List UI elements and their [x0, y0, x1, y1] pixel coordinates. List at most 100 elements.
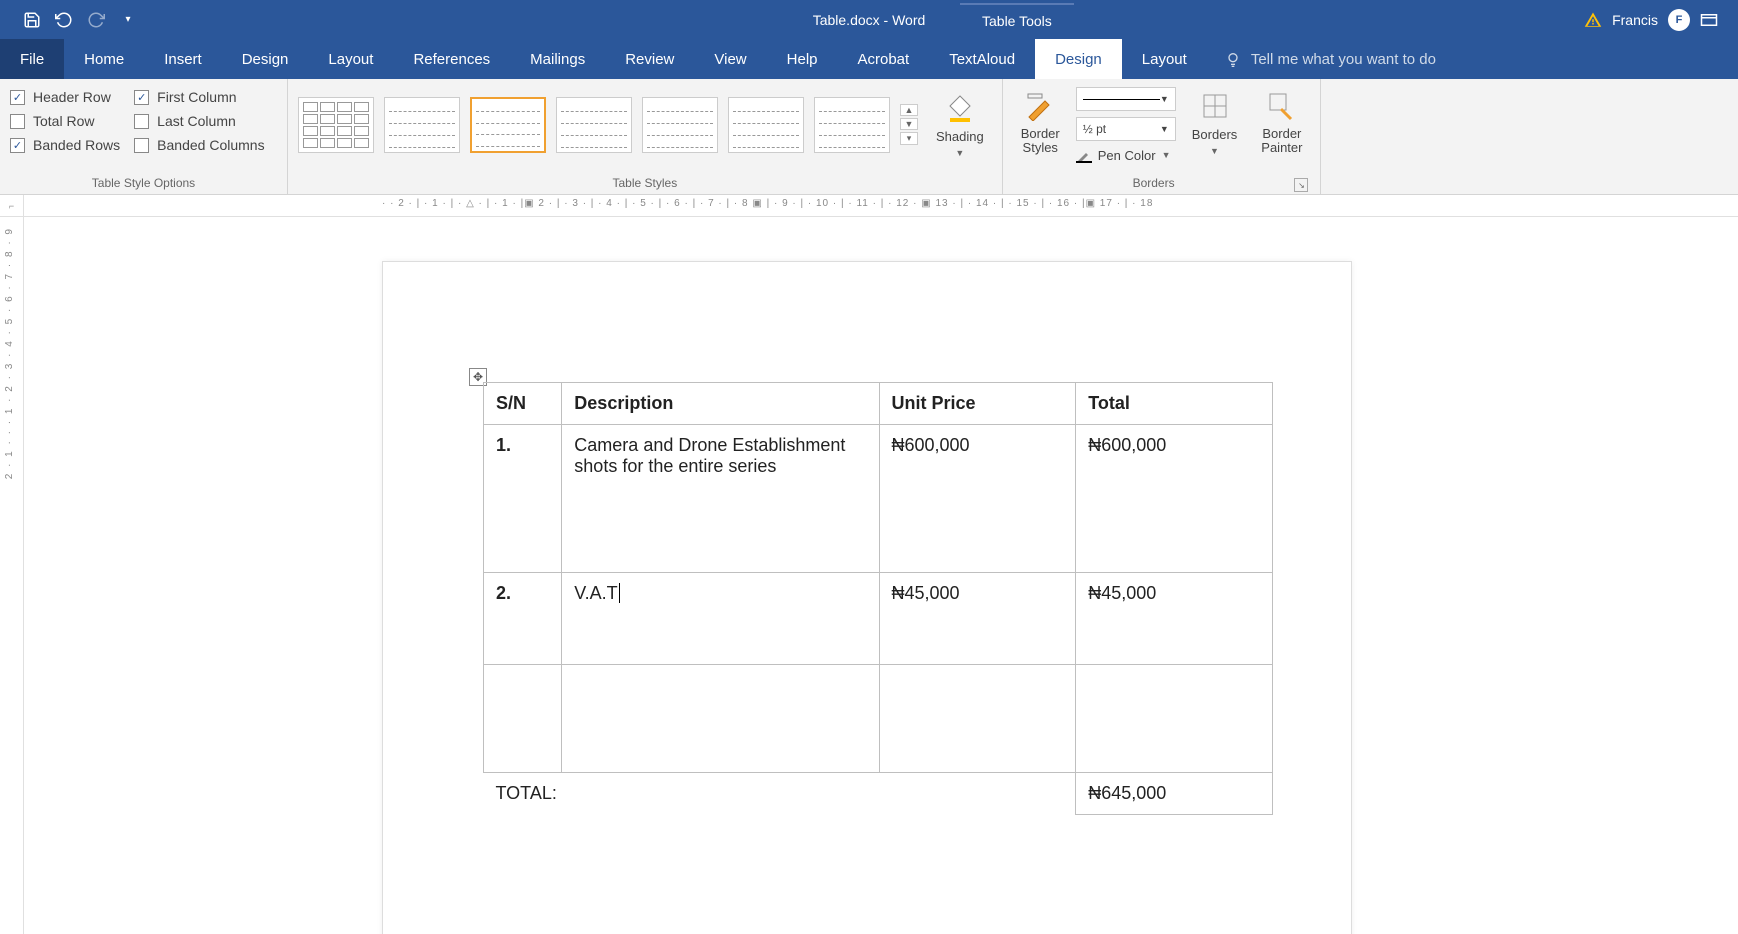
pen-weight-combo[interactable]: ½ pt▼: [1076, 117, 1176, 141]
ribbon-display-options-icon[interactable]: [1700, 13, 1718, 27]
table-row[interactable]: 2. V.A.T ₦45,000 ₦45,000: [484, 573, 1273, 665]
checkbox-total-row[interactable]: Total Row: [10, 113, 120, 129]
table-row[interactable]: 1. Camera and Drone Establishment shots …: [484, 425, 1273, 573]
pen-color-button[interactable]: Pen Color ▼: [1076, 147, 1176, 163]
checkbox-banded-columns[interactable]: Banded Columns: [134, 137, 264, 153]
tab-insert[interactable]: Insert: [144, 39, 222, 79]
cell-total[interactable]: ₦45,000: [1076, 573, 1273, 665]
tab-help[interactable]: Help: [767, 39, 838, 79]
tab-table-layout[interactable]: Layout: [1122, 39, 1207, 79]
redo-icon[interactable]: [86, 10, 106, 30]
title-bar: ▾ Table.docx - Word Table Tools Francis …: [0, 0, 1738, 39]
border-styles-icon: [1023, 89, 1057, 123]
checkbox-first-column[interactable]: First Column: [134, 89, 264, 105]
table-style-thumb[interactable]: [384, 97, 460, 153]
table-style-thumb[interactable]: [556, 97, 632, 153]
cell-sn[interactable]: [484, 665, 562, 773]
header-total[interactable]: Total: [1076, 383, 1273, 425]
undo-icon[interactable]: [54, 10, 74, 30]
checkbox-last-column[interactable]: Last Column: [134, 113, 264, 129]
cell-unit-price[interactable]: ₦45,000: [879, 573, 1076, 665]
border-painter-icon: [1265, 89, 1299, 123]
document-area: 2 · 1 · · · 1 · 2 · 3 · 4 · 5 · 6 · 7 · …: [0, 217, 1738, 934]
tell-me-placeholder: Tell me what you want to do: [1251, 51, 1436, 68]
cell-sn[interactable]: 1.: [484, 425, 562, 573]
header-sn[interactable]: S/N: [484, 383, 562, 425]
tab-design[interactable]: Design: [222, 39, 309, 79]
table-tools-context-label: Table Tools: [960, 3, 1074, 37]
group-label-borders: Borders: [1013, 174, 1295, 192]
tab-view[interactable]: View: [694, 39, 766, 79]
gallery-more-icon[interactable]: ▾: [900, 132, 918, 145]
group-label-tso: Table Style Options: [10, 174, 277, 192]
cell-unit-price[interactable]: [879, 665, 1076, 773]
gallery-scroll: ▲ ▼ ▾: [900, 104, 918, 145]
table-style-thumb[interactable]: [642, 97, 718, 153]
checkbox-header-row[interactable]: Header Row: [10, 89, 120, 105]
ruler-horizontal[interactable]: ⌐ · · 2 · | · 1 · | · △ · | · 1 · |▣ 2 ·…: [0, 195, 1738, 217]
chevron-down-icon: ▼: [1210, 146, 1219, 156]
pen-color-icon: [1076, 147, 1092, 163]
tab-references[interactable]: References: [393, 39, 510, 79]
tab-home[interactable]: Home: [64, 39, 144, 79]
save-icon[interactable]: [22, 10, 42, 30]
checkbox-banded-rows[interactable]: Banded Rows: [10, 137, 120, 153]
border-painter-button[interactable]: Border Painter: [1253, 85, 1310, 160]
cell-total[interactable]: [1076, 665, 1273, 773]
cell-total[interactable]: ₦600,000: [1076, 425, 1273, 573]
tab-review[interactable]: Review: [605, 39, 694, 79]
tab-file[interactable]: File: [0, 39, 64, 79]
table-style-thumb[interactable]: [298, 97, 374, 153]
document-table[interactable]: S/N Description Unit Price Total 1. Came…: [483, 382, 1273, 815]
table-style-thumb[interactable]: [814, 97, 890, 153]
chevron-down-icon: ▼: [1162, 150, 1171, 160]
gallery-scroll-up-icon[interactable]: ▲: [900, 104, 918, 116]
user-area: Francis F: [1584, 9, 1718, 31]
tell-me-search[interactable]: Tell me what you want to do: [1207, 39, 1436, 79]
ruler-vertical[interactable]: 2 · 1 · · · 1 · 2 · 3 · 4 · 5 · 6 · 7 · …: [0, 217, 24, 934]
cell-description[interactable]: Camera and Drone Establishment shots for…: [562, 425, 879, 573]
tab-mailings[interactable]: Mailings: [510, 39, 605, 79]
header-description[interactable]: Description: [562, 383, 879, 425]
group-borders: Border Styles ▼ ½ pt▼ Pen Color ▼ Border…: [1003, 79, 1322, 194]
cell-unit-price[interactable]: ₦600,000: [879, 425, 1076, 573]
user-name-label[interactable]: Francis: [1612, 12, 1658, 28]
shading-button[interactable]: Shading ▼: [928, 87, 992, 162]
ribbon: Header Row Total Row Banded Rows First C…: [0, 79, 1738, 195]
cell-sn[interactable]: 2.: [484, 573, 562, 665]
cell-description[interactable]: V.A.T: [562, 573, 879, 665]
border-line-style-combo[interactable]: ▼: [1076, 87, 1176, 111]
total-value[interactable]: ₦645,000: [1076, 773, 1273, 815]
tab-textaloud[interactable]: TextAloud: [929, 39, 1035, 79]
cell-description[interactable]: [562, 665, 879, 773]
header-unit-price[interactable]: Unit Price: [879, 383, 1076, 425]
chevron-down-icon: ▼: [1160, 94, 1169, 104]
ribbon-tabs: File Home Insert Design Layout Reference…: [0, 39, 1738, 79]
ruler-corner: ⌐: [0, 195, 24, 216]
user-avatar[interactable]: F: [1668, 9, 1690, 31]
chevron-down-icon: ▼: [955, 148, 964, 158]
table-style-thumb[interactable]: [728, 97, 804, 153]
table-total-row[interactable]: TOTAL: ₦645,000: [484, 773, 1273, 815]
tab-table-design[interactable]: Design: [1035, 39, 1122, 79]
chevron-down-icon: ▼: [1160, 124, 1169, 134]
document-page[interactable]: ✥ S/N Description Unit Price Total 1. Ca…: [382, 261, 1352, 934]
tab-layout[interactable]: Layout: [308, 39, 393, 79]
dialog-launcher-icon[interactable]: ↘: [1294, 178, 1308, 192]
tab-acrobat[interactable]: Acrobat: [838, 39, 930, 79]
gallery-scroll-down-icon[interactable]: ▼: [900, 118, 918, 130]
group-table-styles: ▲ ▼ ▾ Shading ▼ Table Styles: [288, 79, 1003, 194]
quick-access-toolbar: ▾: [0, 10, 138, 30]
warning-icon[interactable]: [1584, 11, 1602, 29]
table-header-row[interactable]: S/N Description Unit Price Total: [484, 383, 1273, 425]
page-viewport[interactable]: ✥ S/N Description Unit Price Total 1. Ca…: [24, 217, 1738, 934]
borders-icon: [1198, 89, 1232, 123]
table-row[interactable]: [484, 665, 1273, 773]
table-style-thumb-selected[interactable]: [470, 97, 546, 153]
borders-button[interactable]: Borders ▼: [1184, 85, 1246, 160]
table-styles-gallery: ▲ ▼ ▾ Shading ▼: [298, 85, 992, 162]
border-styles-button[interactable]: Border Styles: [1013, 85, 1068, 160]
total-label[interactable]: TOTAL:: [484, 773, 1076, 815]
qat-customize-icon[interactable]: ▾: [118, 10, 138, 30]
lightbulb-icon: [1225, 51, 1241, 67]
